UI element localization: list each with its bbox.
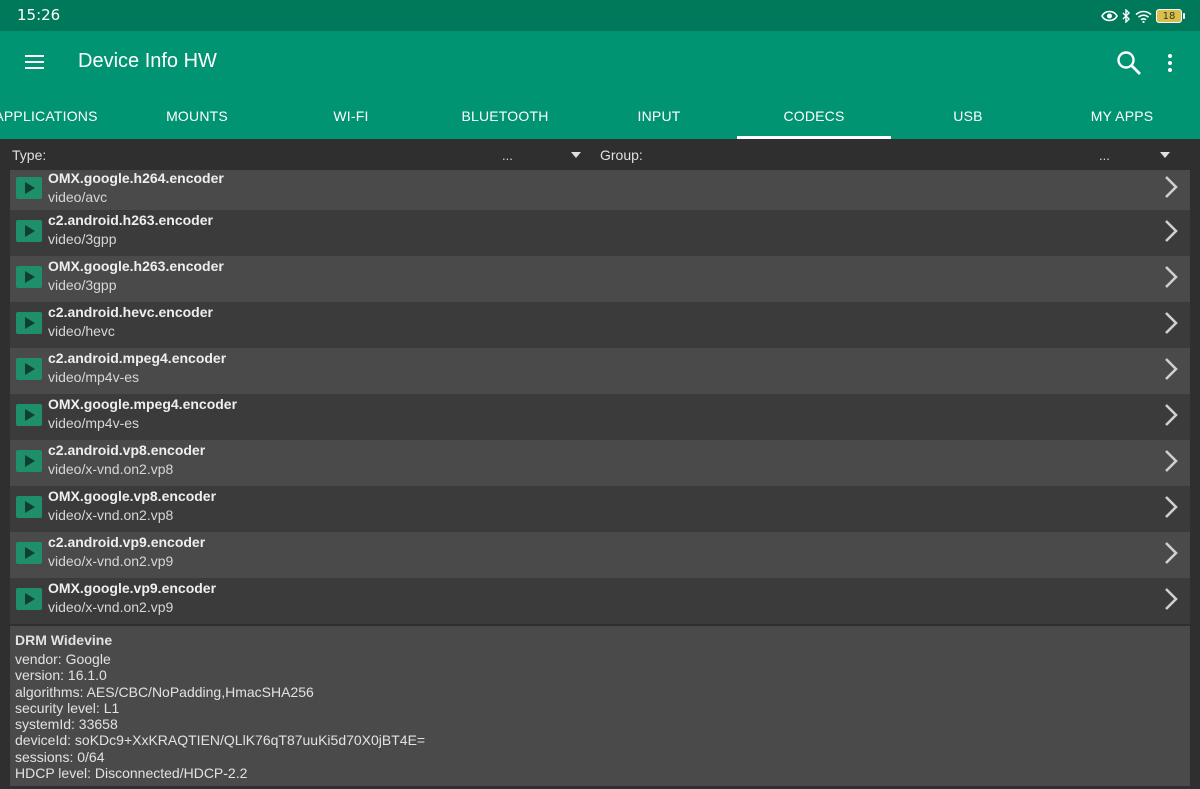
tab-usb[interactable]: USB [891,94,1045,139]
status-icons: 18 [1101,6,1185,26]
type-filter-value[interactable]: ... [502,148,513,163]
codec-row[interactable]: c2.android.vp9.encoder video/x-vnd.on2.v… [10,532,1190,578]
codec-name: c2.android.mpeg4.encoder [48,350,227,366]
tab-label: MOUNTS [166,108,228,124]
codec-mime-type: video/3gpp [48,231,117,247]
play-icon [16,312,42,334]
codec-mime-type: video/hevc [48,323,115,339]
tab-label: BLUETOOTH [461,108,549,124]
drm-algorithms: algorithms: AES/CBC/NoPadding,HmacSHA256 [15,683,314,700]
tab-mounts[interactable]: MOUNTS [120,94,274,139]
codec-mime-type: video/avc [48,189,108,205]
drm-title: DRM Widevine [15,632,113,648]
chevron-right-icon [1165,588,1178,610]
codec-list: OMX.google.h264.encoder video/avc c2.and… [10,170,1190,624]
more-options-icon[interactable] [1160,51,1180,75]
codec-mime-type: video/mp4v-es [48,369,140,385]
eye-icon [1101,10,1118,22]
group-filter-label: Group: [600,147,643,163]
app-title: Device Info HW [78,50,217,72]
tab-codecs[interactable]: CODECS [737,94,891,139]
type-filter-label: Type: [12,147,47,163]
chevron-right-icon [1165,496,1178,518]
chevron-right-icon [1165,176,1178,198]
battery-level: 18 [1162,11,1176,22]
status-bar: 15:26 18 [0,0,1200,31]
codec-row[interactable]: OMX.google.vp9.encoder video/x-vnd.on2.v… [10,578,1190,624]
codec-row[interactable]: OMX.google.h263.encoder video/3gpp [10,256,1190,302]
drm-system-id: systemId: 33658 [15,716,118,733]
chevron-right-icon [1165,450,1178,472]
codec-name: OMX.google.h263.encoder [48,258,224,274]
tab-label: USB [953,108,983,124]
codec-row[interactable]: c2.android.mpeg4.encoder video/mp4v-es [10,348,1190,394]
tab-wi-fi[interactable]: WI-FI [274,94,428,139]
play-icon [16,450,42,472]
type-dropdown-arrow-icon[interactable] [571,152,581,158]
chevron-right-icon [1165,358,1178,380]
chevron-right-icon [1165,542,1178,564]
drm-widevine-panel: DRM Widevine vendor: Google version: 16.… [10,626,1190,786]
play-icon [16,404,42,426]
status-time: 15:26 [17,6,61,24]
codec-name: OMX.google.mpeg4.encoder [48,396,238,412]
chevron-right-icon [1165,312,1178,334]
tab-bar: APPLICATIONS MOUNTS WI-FI BLUETOOTH INPU… [0,94,1200,139]
tab-input[interactable]: INPUT [582,94,736,139]
codec-mime-type: video/x-vnd.on2.vp9 [48,599,174,615]
codec-name: c2.android.h263.encoder [48,212,213,228]
codec-row[interactable]: c2.android.h263.encoder video/3gpp [10,210,1190,256]
drm-sessions: sessions: 0/64 [15,748,105,765]
codec-name: c2.android.hevc.encoder [48,304,213,320]
bluetooth-icon [1122,9,1130,23]
drm-security-level: security level: L1 [15,699,120,716]
codec-mime-type: video/mp4v-es [48,415,140,431]
search-icon[interactable] [1116,50,1142,76]
group-filter-value[interactable]: ... [1099,148,1110,163]
codec-mime-type: video/x-vnd.on2.vp8 [48,507,174,523]
drm-vendor: vendor: Google [15,651,111,667]
codec-name: OMX.google.vp8.encoder [48,488,217,504]
chevron-right-icon [1165,266,1178,288]
play-icon [16,266,42,288]
codec-row[interactable]: c2.android.vp8.encoder video/x-vnd.on2.v… [10,440,1190,486]
tab-label: MY APPS [1090,108,1154,124]
codec-row[interactable]: OMX.google.vp8.encoder video/x-vnd.on2.v… [10,486,1190,532]
play-icon [16,588,42,610]
codec-name: OMX.google.h264.encoder [48,170,224,186]
toolbar: Device Info HW [0,31,1200,94]
codec-name: c2.android.vp9.encoder [48,534,206,550]
tab-label: APPLICATIONS [0,108,98,124]
codec-name: OMX.google.vp9.encoder [48,580,217,596]
hamburger-menu-icon[interactable] [24,51,46,73]
tab-applications[interactable]: APPLICATIONS [0,94,123,139]
battery-icon: 18 [1156,9,1185,23]
play-icon [16,177,42,199]
tab-bluetooth[interactable]: BLUETOOTH [428,94,582,139]
group-dropdown-arrow-icon[interactable] [1160,152,1170,158]
drm-device-id: deviceId: soKDc9+XxKRAQTIEN/QLlK76qT87uu… [15,732,426,749]
tab-label: INPUT [637,108,681,124]
chevron-right-icon [1165,220,1178,242]
play-icon [16,542,42,564]
play-icon [16,358,42,380]
codec-mime-type: video/3gpp [48,277,117,293]
play-icon [16,496,42,518]
drm-version: version: 16.1.0 [15,667,107,684]
filter-bar: Type: ... Group: ... [0,139,1200,170]
codec-row[interactable]: c2.android.hevc.encoder video/hevc [10,302,1190,348]
codec-mime-type: video/x-vnd.on2.vp8 [48,461,174,477]
tab-label: WI-FI [333,108,369,124]
wifi-icon [1135,10,1152,23]
play-icon [16,220,42,242]
codec-name: c2.android.vp8.encoder [48,442,206,458]
chevron-right-icon [1165,404,1178,426]
drm-details: vendor: Google version: 16.1.0 algorithm… [15,651,425,781]
codec-row[interactable]: OMX.google.h264.encoder video/avc [10,170,1190,210]
tab-my-apps[interactable]: MY APPS [1045,94,1199,139]
tab-label: CODECS [783,108,845,124]
codec-mime-type: video/x-vnd.on2.vp9 [48,553,174,569]
drm-hdcp-level: HDCP level: Disconnected/HDCP-2.2 [15,765,248,782]
codec-row[interactable]: OMX.google.mpeg4.encoder video/mp4v-es [10,394,1190,440]
